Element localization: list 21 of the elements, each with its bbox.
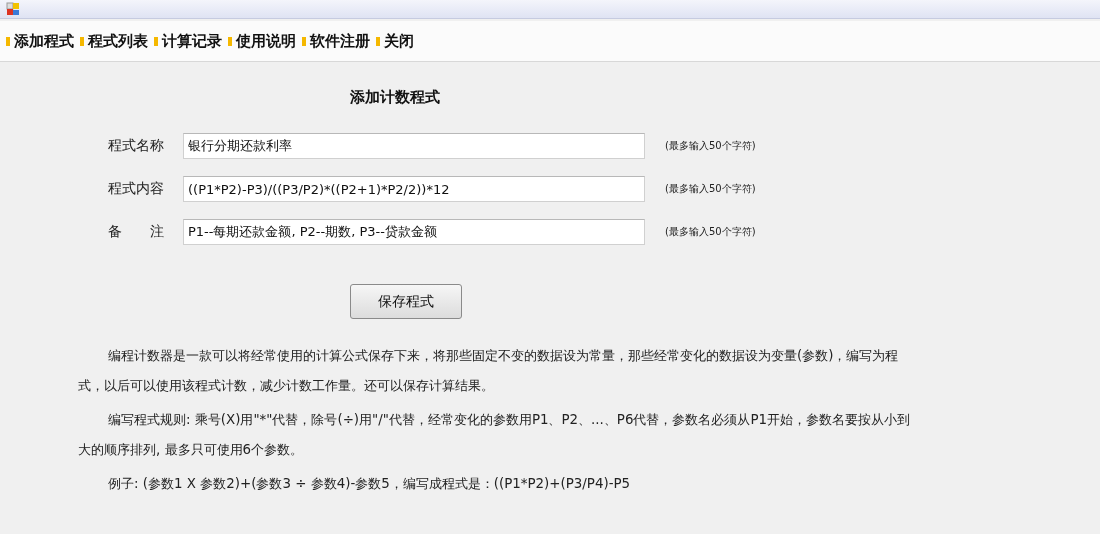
menu-item[interactable]: 使用说明 bbox=[228, 31, 296, 51]
description-paragraph: 编程计数器是一款可以将经常使用的计算公式保存下来，将那些固定不变的数据设为常量，那些经常变化的数据设为变量(参数)，编写为程式，以后可以使用该程式计数，减少计数工作量。还可以保存计算结果。 bbox=[78, 347, 900, 395]
form-title: 添加计数程式 bbox=[350, 88, 441, 107]
field-hint: (最多输入50个字符) bbox=[665, 139, 756, 153]
menu-item[interactable]: 添加程式 bbox=[6, 31, 74, 51]
menu-item[interactable]: 计算记录 bbox=[154, 31, 222, 51]
input-field[interactable]: ((P1*P2)-P3)/((P3/P2)*((P2+1)*P2/2))*12 bbox=[183, 176, 645, 202]
description-paragraph: 例子: (参数1 X 参数2)+(参数3 ÷ 参数4)-参数5，编写成程式是：((P1*P2)+(P3/P4)-P5 bbox=[107, 475, 632, 493]
field-label: 程式名称 bbox=[107, 137, 165, 155]
field-hint: (最多输入50个字符) bbox=[665, 225, 756, 239]
input-field[interactable]: 银行分期还款利率 bbox=[183, 133, 645, 159]
field-hint: (最多输入50个字符) bbox=[665, 182, 756, 196]
field-label: 备 注 bbox=[107, 223, 165, 241]
app-icon bbox=[6, 2, 20, 16]
menu-item[interactable]: 关闭 bbox=[376, 31, 414, 51]
field-label: 程式内容 bbox=[107, 180, 165, 198]
input-field[interactable]: P1--每期还款金额, P2--期数, P3--贷款金额 bbox=[183, 219, 645, 245]
description-paragraph: 编写程式规则: 乘号(X)用"*"代替，除号(÷)用"/"代替，经常变化的参数用P1、P2、...、P6代替，参数名必须从P1开始，参数名要按从小到大的顺序排列, 最多只可使用6个参数。 bbox=[78, 411, 912, 459]
menu-item[interactable]: 软件注册 bbox=[302, 31, 370, 51]
menu-item[interactable]: 程式列表 bbox=[80, 31, 148, 51]
save-button[interactable]: 保存程式 bbox=[350, 284, 462, 319]
